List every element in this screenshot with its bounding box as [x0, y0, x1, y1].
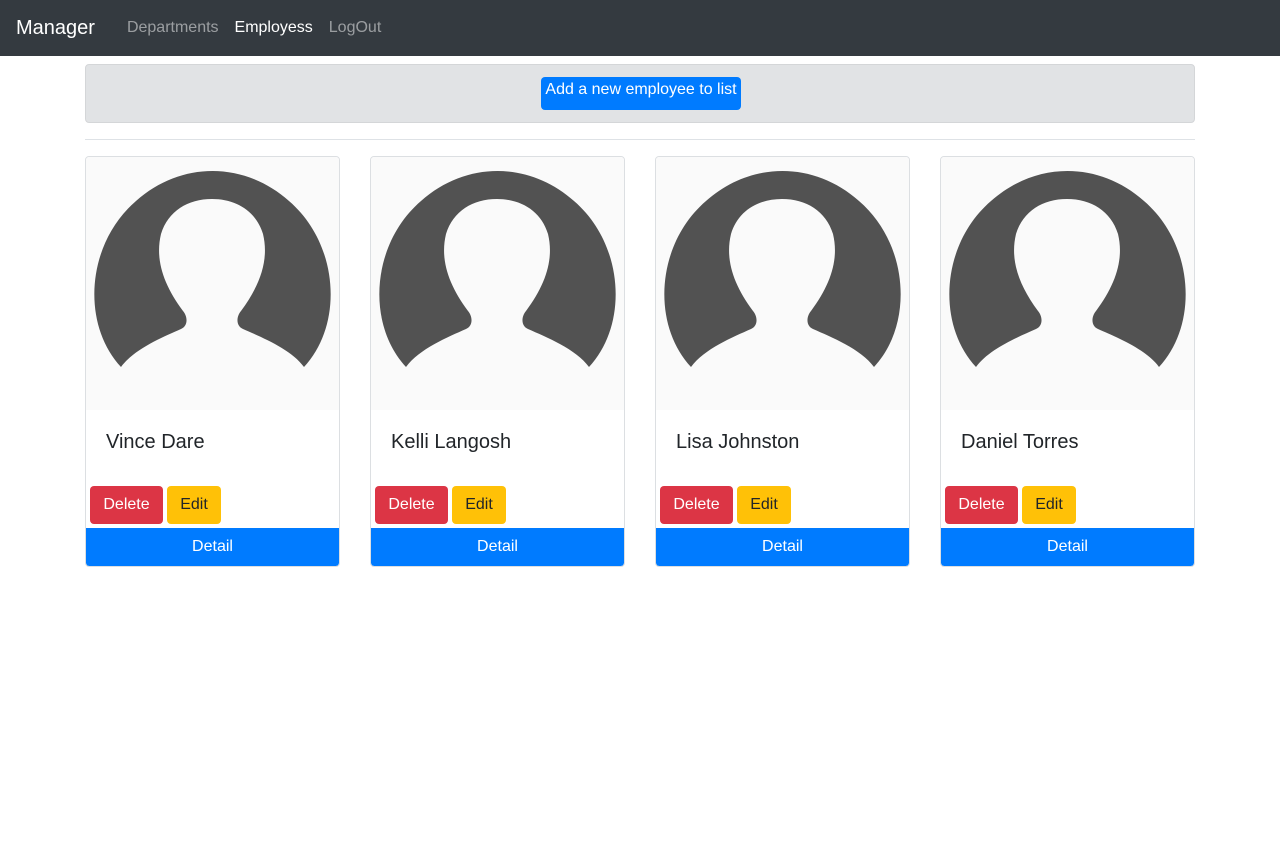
top-navbar: Manager Departments Employess LogOut — [0, 0, 1280, 56]
detail-button[interactable]: Detail — [656, 528, 909, 566]
detail-button[interactable]: Detail — [86, 528, 339, 566]
person-placeholder-icon — [379, 171, 616, 367]
avatar — [941, 157, 1194, 410]
main-container: Add a new employee to list Vince Dare De… — [85, 64, 1195, 567]
employee-name: Vince Dare — [106, 431, 205, 453]
toolbar-panel: Add a new employee to list — [85, 64, 1195, 123]
nav-link-employees[interactable]: Employess — [227, 0, 321, 56]
person-placeholder-icon — [664, 171, 901, 367]
person-placeholder-icon — [94, 171, 331, 367]
person-placeholder-icon — [949, 171, 1186, 367]
employee-card: Daniel Torres Delete Edit Detail — [940, 156, 1195, 567]
detail-button[interactable]: Detail — [371, 528, 624, 566]
divider — [85, 139, 1195, 140]
edit-button[interactable]: Edit — [167, 486, 221, 524]
detail-button[interactable]: Detail — [941, 528, 1194, 566]
edit-button[interactable]: Edit — [737, 486, 791, 524]
delete-button[interactable]: Delete — [945, 486, 1018, 524]
edit-button[interactable]: Edit — [1022, 486, 1076, 524]
add-employee-button[interactable]: Add a new employee to list — [541, 77, 741, 110]
nav-link-departments[interactable]: Departments — [119, 0, 227, 56]
nav-link-logout[interactable]: LogOut — [321, 0, 389, 56]
navbar-brand[interactable]: Manager — [16, 0, 95, 56]
employee-card: Lisa Johnston Delete Edit Detail — [655, 156, 910, 567]
employee-card-list: Vince Dare Delete Edit Detail Kelli Lang… — [85, 156, 1195, 567]
avatar — [656, 157, 909, 410]
avatar — [86, 157, 339, 410]
employee-name: Lisa Johnston — [676, 431, 800, 453]
delete-button[interactable]: Delete — [90, 486, 163, 524]
delete-button[interactable]: Delete — [660, 486, 733, 524]
employee-name: Kelli Langosh — [391, 431, 512, 453]
delete-button[interactable]: Delete — [375, 486, 448, 524]
employee-card: Vince Dare Delete Edit Detail — [85, 156, 340, 567]
avatar — [371, 157, 624, 410]
employee-card: Kelli Langosh Delete Edit Detail — [370, 156, 625, 567]
edit-button[interactable]: Edit — [452, 486, 506, 524]
employee-name: Daniel Torres — [961, 431, 1079, 453]
